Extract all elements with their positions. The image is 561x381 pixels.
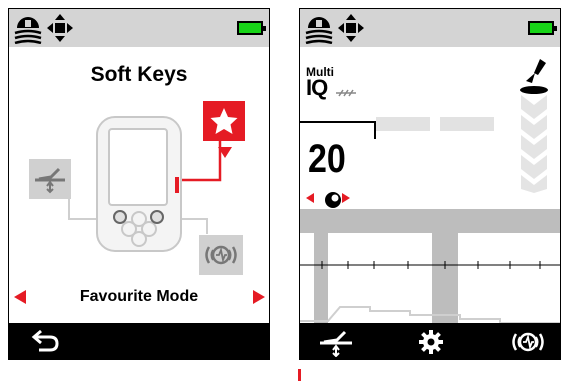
target-id-segment: [376, 117, 430, 131]
mode-next-arrow-icon[interactable]: [253, 290, 265, 304]
wireless-audio-soft-key[interactable]: [199, 235, 243, 275]
device-illustration: [96, 116, 182, 252]
mode-label: Favourite Mode: [79, 288, 199, 305]
pinpoint-icon[interactable]: [318, 327, 354, 357]
program-name: IQ: [306, 75, 328, 100]
divider: [300, 121, 374, 123]
status-bar: [300, 9, 560, 47]
wireless-audio-icon[interactable]: [506, 327, 550, 357]
discrimination-header-bar: [300, 209, 560, 233]
favourite-star-icon: [210, 108, 238, 134]
settings-gear-icon[interactable]: [418, 329, 444, 355]
sensitivity-value: 20: [308, 137, 346, 181]
detect-screen: Multi IQ 20: [299, 8, 561, 360]
favourite-soft-key[interactable]: [203, 101, 245, 141]
pinpoint-soft-key[interactable]: [29, 159, 71, 199]
terrain-icon: [305, 17, 333, 44]
wireless-audio-icon: [205, 245, 237, 265]
soft-keys-screen: Soft Keys Favourite Mode: [8, 8, 270, 360]
sensitivity-dial-icon[interactable]: [306, 189, 360, 209]
multi-frequency-icon: [336, 89, 356, 97]
pinpoint-icon: [35, 167, 65, 194]
target-id-segment: [440, 117, 494, 131]
bottom-bar: [9, 323, 269, 359]
discrimination-pattern: [300, 233, 560, 325]
depth-meter: [520, 59, 548, 193]
bottom-bar: [300, 323, 560, 359]
move-arrows-icon: [338, 14, 364, 42]
page-marker: [298, 369, 301, 381]
back-icon[interactable]: [31, 328, 61, 354]
selection-down-arrow-icon: [218, 147, 232, 158]
battery-icon: [528, 21, 557, 35]
